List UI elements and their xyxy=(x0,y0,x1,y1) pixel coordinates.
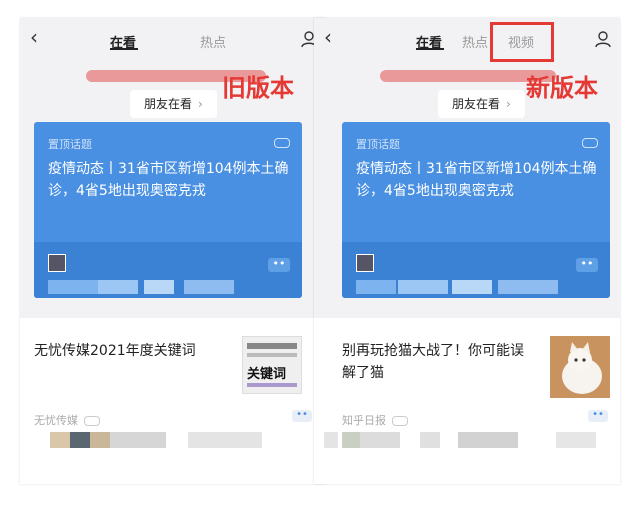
header: ‹ 在看 热点 视频 xyxy=(314,18,620,66)
more-icon[interactable]: •• xyxy=(588,410,608,422)
blurred-content xyxy=(458,432,518,448)
blurred-content xyxy=(342,432,360,448)
video-tab-highlight-box xyxy=(490,22,554,62)
blurred-content xyxy=(144,280,174,294)
pinned-topic-card[interactable]: 置顶话题 疫情动态丨31省市区新增104例本土确诊，4省5地出现奥密克戎 •• xyxy=(34,122,302,298)
blurred-content xyxy=(498,280,558,294)
source-name: 无忧传媒 xyxy=(34,414,78,427)
blurred-content xyxy=(452,280,492,294)
blurred-content xyxy=(98,280,138,294)
more-icon[interactable]: •• xyxy=(268,258,290,272)
chevron-right-icon: › xyxy=(198,97,203,111)
topic-label: 置顶话题 xyxy=(356,138,400,151)
blurred-content xyxy=(184,280,234,294)
chevron-right-icon: › xyxy=(506,97,511,111)
tab-hot[interactable]: 热点 xyxy=(462,32,488,51)
cat-thumbnail xyxy=(550,336,610,398)
blurred-content xyxy=(70,432,90,448)
blurred-content xyxy=(48,280,98,294)
more-icon[interactable]: •• xyxy=(292,410,312,422)
article-title: 别再玩抢猫大战了！你可能误解了猫 xyxy=(342,343,524,381)
blurred-content xyxy=(556,432,596,448)
blurred-content xyxy=(356,280,396,294)
header: ‹ 在看 热点 xyxy=(20,18,326,66)
topic-badge-icon xyxy=(582,138,598,148)
avatar xyxy=(48,254,66,272)
topic-title: 疫情动态丨31省市区新增104例本土确诊，4省5地出现奥密克戎 xyxy=(356,161,597,199)
topic-label: 置顶话题 xyxy=(48,138,92,151)
thumb-stripe xyxy=(247,343,297,349)
article-source: 知乎日报 xyxy=(342,412,408,428)
blurred-content xyxy=(50,432,70,448)
article-title: 无忧传媒2021年度关键词 xyxy=(34,343,196,359)
tab-underline xyxy=(416,48,444,50)
source-badge-icon xyxy=(84,416,100,426)
topic-title: 疫情动态丨31省市区新增104例本土确诊，4省5地出现奥密克戎 xyxy=(48,161,289,199)
friends-watching-label: 朋友在看 xyxy=(452,97,501,111)
person-icon[interactable] xyxy=(594,30,612,48)
new-version-annotation: 新版本 xyxy=(526,74,598,102)
tab-hot[interactable]: 热点 xyxy=(200,32,226,51)
blurred-content xyxy=(420,432,440,448)
source-badge-icon xyxy=(392,416,408,426)
article-card[interactable]: 别再玩抢猫大战了！你可能误解了猫 知乎日报 •• xyxy=(314,318,620,484)
back-icon[interactable]: ‹ xyxy=(30,27,42,47)
blurred-content xyxy=(324,432,338,448)
thumb-text: 关键词 xyxy=(247,367,287,382)
thumb-stripe xyxy=(247,353,297,357)
topic-badge-icon xyxy=(274,138,290,148)
article-card[interactable]: 无忧传媒2021年度关键词 关键词 无忧传媒 •• xyxy=(20,318,326,484)
more-icon[interactable]: •• xyxy=(576,258,598,272)
blurred-content xyxy=(110,432,166,448)
article-thumbnail: 关键词 xyxy=(242,336,302,394)
old-version-annotation: 旧版本 xyxy=(222,74,294,102)
friends-watching-button[interactable]: 朋友在看 › xyxy=(130,90,217,118)
blurred-content xyxy=(360,432,400,448)
avatar xyxy=(356,254,374,272)
blurred-content xyxy=(90,432,110,448)
cat-icon xyxy=(550,336,610,398)
article-source: 无忧传媒 xyxy=(34,412,100,428)
friends-watching-button[interactable]: 朋友在看 › xyxy=(438,90,525,118)
pinned-topic-card[interactable]: 置顶话题 疫情动态丨31省市区新增104例本土确诊，4省5地出现奥密克戎 •• xyxy=(342,122,610,298)
thumb-stripe xyxy=(247,383,297,387)
friends-watching-label: 朋友在看 xyxy=(144,97,193,111)
blurred-content xyxy=(188,432,262,448)
tab-underline xyxy=(110,48,138,50)
source-name: 知乎日报 xyxy=(342,414,386,427)
blurred-content xyxy=(398,280,448,294)
back-icon[interactable]: ‹ xyxy=(324,27,336,47)
